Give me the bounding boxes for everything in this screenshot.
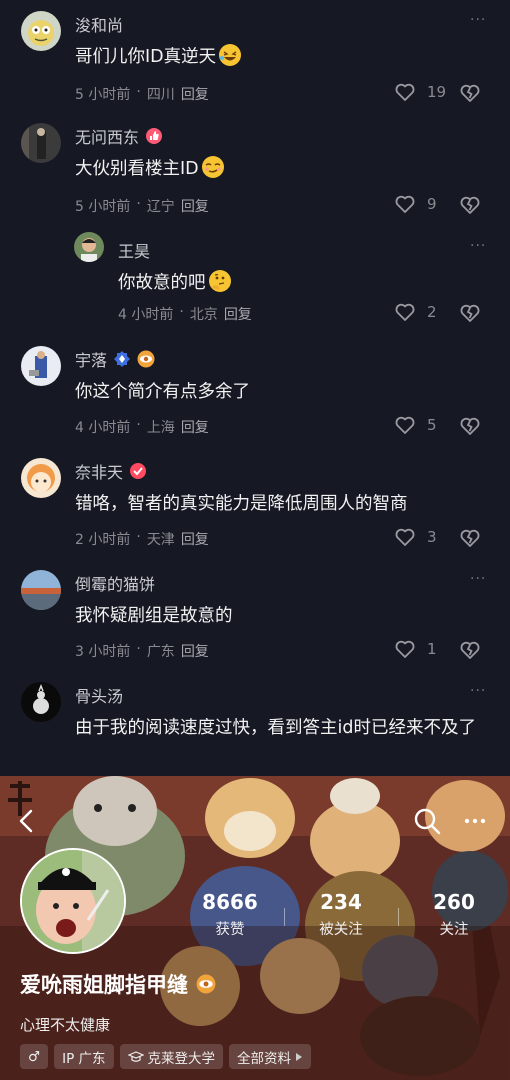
reply-button[interactable]: 回复 [181,641,209,661]
heart-icon [395,195,415,213]
reply-button[interactable]: 回复 [224,304,252,324]
profile-tags: ♂ IP 广东 克莱登大学 全部资料 [20,1044,312,1069]
following-stat[interactable]: 260 关注 [409,890,499,939]
all-info-button[interactable]: 全部资料 [229,1044,312,1069]
broken-heart-icon[interactable] [458,301,482,325]
comment-meta: 5 小时前 · 辽宁 回复 [75,196,209,216]
reply-button[interactable]: 回复 [181,529,209,549]
avatar[interactable] [74,232,104,262]
like-button[interactable]: 5 [393,413,437,437]
profile-avatar[interactable] [20,848,126,954]
laughing-emoji-icon [219,44,242,66]
broken-heart-icon[interactable] [458,526,482,550]
comment-text: 错咯，智者的真实能力是降低周围人的智商 [75,494,408,514]
more-icon[interactable]: ··· [470,683,486,699]
fan-badge-icon [146,128,163,144]
avatar[interactable] [21,123,61,163]
comment-meta: 3 小时前 · 广东 回复 [75,641,209,661]
more-icon[interactable]: ··· [470,571,486,587]
avatar[interactable] [21,11,61,51]
comment-text: 哥们儿你ID真逆天 [75,42,495,72]
comment-author[interactable]: 无问西东 [75,124,163,148]
eye-badge-icon [196,974,216,994]
reply-button[interactable]: 回复 [181,84,209,104]
heart-icon [395,528,415,546]
comment-text: 大伙别看楼主ID [75,154,495,184]
comment-text: 你故意的吧 [118,268,510,298]
like-button[interactable]: 19 [393,80,446,104]
back-arrow-icon[interactable] [12,806,42,836]
stat-divider [284,908,285,926]
verified-check-icon [130,463,147,479]
profile-bio: 心理不太健康 [20,1016,111,1034]
avatar[interactable] [21,346,61,386]
graduation-cap-icon [127,1050,144,1062]
comment-text: 我怀疑剧组是故意的 [75,606,233,626]
comment-meta: 4 小时前 · 北京 回复 [118,304,252,324]
comment-meta: 2 小时前 · 天津 回复 [75,529,209,549]
broken-heart-icon[interactable] [458,193,482,217]
like-button[interactable]: 1 [393,637,437,661]
verified-badge-icon [114,351,131,367]
ip-tag: IP 广东 [54,1044,114,1069]
avatar[interactable] [21,570,61,610]
profile-name: 爱吮雨姐脚指甲缝 [20,969,216,999]
comment-author[interactable]: 倒霉的猫饼 [75,571,155,595]
comment-author[interactable]: 王昊 [118,238,150,262]
more-menu-icon[interactable] [460,806,490,836]
avatar[interactable] [21,458,61,498]
profile-header: 8666 获赞 234 被关注 260 关注 爱吮雨姐脚指甲缝 心理不太健康 ♂ IP… [0,776,510,1080]
comment-text: 由于我的阅读速度过快，看到答主id时已经来不及了 [75,718,476,738]
comment-meta: 5 小时前 · 四川 回复 [75,84,209,104]
comment-author[interactable]: 宇落 [75,347,155,371]
comment-text: 你这个简介有点多余了 [75,382,250,402]
broken-heart-icon[interactable] [458,638,482,662]
comment-author[interactable]: 骨头汤 [75,683,123,707]
broken-heart-icon[interactable] [458,81,482,105]
stat-divider [398,908,399,926]
comment-author[interactable]: 浚和尚 [75,12,123,36]
school-tag[interactable]: 克莱登大学 [119,1044,224,1069]
followers-stat[interactable]: 234 被关注 [296,890,386,939]
more-icon[interactable]: ··· [470,12,486,28]
likes-stat[interactable]: 8666 获赞 [185,890,275,939]
like-button[interactable]: 2 [393,300,437,324]
heart-icon [395,640,415,658]
like-button[interactable]: 9 [393,192,437,216]
more-icon[interactable]: ··· [470,238,486,254]
heart-icon [395,83,415,101]
search-icon[interactable] [412,806,442,836]
gender-tag: ♂ [20,1044,49,1069]
comment-meta: 4 小时前 · 上海 回复 [75,417,209,437]
like-button[interactable]: 3 [393,525,437,549]
reply-button[interactable]: 回复 [181,417,209,437]
eye-badge-icon [137,350,155,368]
heart-icon [395,303,415,321]
heart-icon [395,416,415,434]
broken-heart-icon[interactable] [458,414,482,438]
reply-button[interactable]: 回复 [181,196,209,216]
comment-author[interactable]: 奈非天 [75,459,147,483]
triangle-right-icon [296,1052,303,1061]
thinking-emoji-icon [208,270,231,292]
smug-emoji-icon [201,156,224,178]
avatar[interactable] [21,682,61,722]
comments-panel: 浚和尚 哥们儿你ID真逆天 5 小时前 · 四川 回复 19 ··· 无问西东 大伙别… [0,0,510,776]
